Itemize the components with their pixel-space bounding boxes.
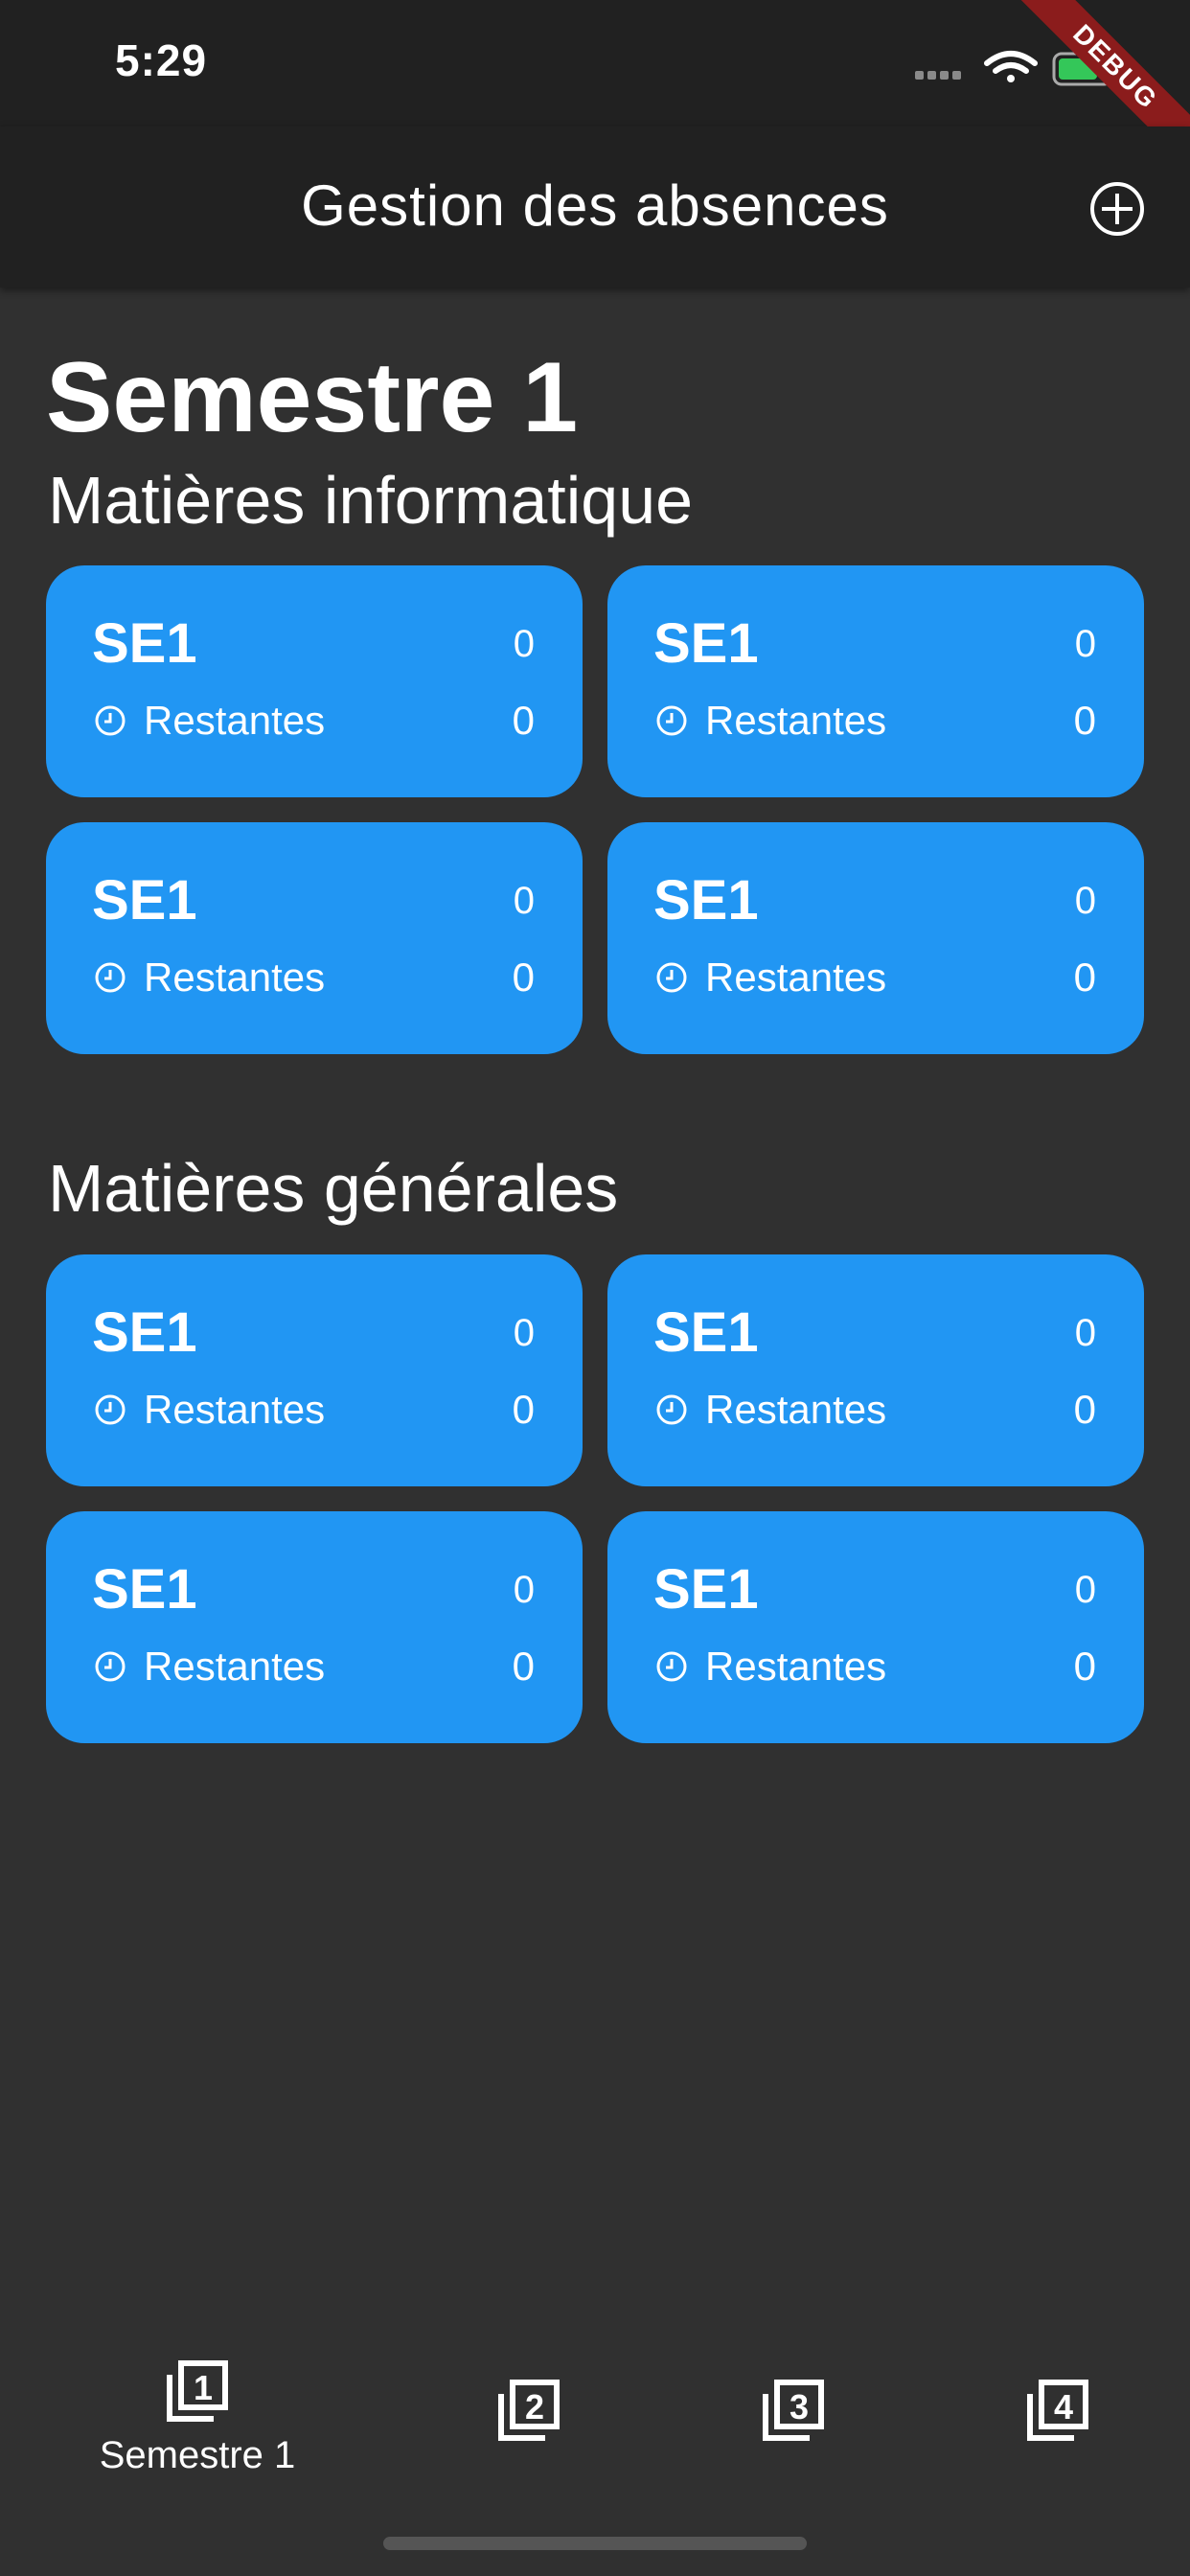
subject-card[interactable]: SE1 0 Restantes 0	[46, 565, 583, 797]
subject-name: SE1	[92, 1558, 197, 1621]
svg-text:1: 1	[194, 2368, 213, 2407]
remaining-label: Restantes	[144, 1644, 326, 1689]
subject-card[interactable]: SE1 0 Restantes 0	[607, 1511, 1144, 1743]
nav-item-semestre-1[interactable]: 1 Semestre 1	[73, 2358, 322, 2501]
filter-3-icon: 3	[763, 2380, 824, 2441]
status-time: 5:29	[115, 35, 208, 85]
app-title: Gestion des absences	[301, 173, 889, 238]
clock-icon	[656, 1651, 687, 1682]
remaining-value: 0	[512, 698, 535, 743]
absence-count: 0	[1074, 1569, 1096, 1611]
svg-text:3: 3	[790, 2387, 809, 2426]
signal-icon	[915, 71, 961, 80]
subject-grid-generales: SE1 0 Restantes 0 SE1 0 Restantes 0 SE1 …	[46, 1254, 1144, 1745]
subject-card[interactable]: SE1 0 Restantes 0	[46, 1511, 583, 1743]
remaining-label: Restantes	[144, 698, 326, 743]
absence-count: 0	[513, 1312, 535, 1354]
svg-text:2: 2	[525, 2387, 544, 2426]
remaining-label: Restantes	[705, 698, 887, 743]
app-bar: Gestion des absences	[0, 126, 1190, 288]
add-button[interactable]	[1088, 180, 1146, 238]
remaining-value: 0	[1073, 1644, 1096, 1689]
subject-name: SE1	[653, 869, 759, 932]
clock-icon	[656, 1394, 687, 1425]
plus-circle-icon	[1090, 182, 1144, 236]
clock-icon	[95, 1394, 126, 1425]
clock-icon	[95, 1651, 126, 1682]
section-title-generales: Matières générales	[48, 1151, 619, 1226]
clock-icon	[656, 705, 687, 736]
remaining-value: 0	[512, 1644, 535, 1689]
absence-count: 0	[1074, 880, 1096, 922]
subject-name: SE1	[653, 1558, 759, 1621]
clock-icon	[656, 962, 687, 993]
remaining-label: Restantes	[705, 954, 887, 1000]
subject-name: SE1	[92, 1301, 197, 1364]
remaining-value: 0	[512, 1387, 535, 1432]
subject-card[interactable]: SE1 0 Restantes 0	[607, 1254, 1144, 1486]
subject-card[interactable]: SE1 0 Restantes 0	[607, 822, 1144, 1054]
remaining-label: Restantes	[144, 954, 326, 1000]
subject-name: SE1	[92, 869, 197, 932]
subject-grid-informatique: SE1 0 Restantes 0 SE1 0 Restantes 0 SE1 …	[46, 565, 1144, 1056]
subject-card[interactable]: SE1 0 Restantes 0	[607, 565, 1144, 797]
remaining-value: 0	[512, 954, 535, 1000]
status-bar: 5:29	[0, 0, 1190, 126]
nav-item-semestre-3[interactable]: 3	[669, 2377, 918, 2520]
remaining-value: 0	[1073, 1387, 1096, 1432]
clock-icon	[95, 705, 126, 736]
filter-1-icon: 1	[167, 2360, 228, 2422]
absence-count: 0	[513, 623, 535, 665]
nav-label: Semestre 1	[99, 2434, 296, 2476]
absence-count: 0	[513, 880, 535, 922]
home-indicator	[383, 2537, 807, 2550]
subject-name: SE1	[653, 1301, 759, 1364]
nav-item-semestre-2[interactable]: 2	[404, 2377, 653, 2520]
battery-icon	[1052, 52, 1118, 86]
absence-count: 0	[513, 1569, 535, 1611]
remaining-label: Restantes	[705, 1387, 887, 1432]
absence-count: 0	[1074, 1312, 1096, 1354]
nav-item-semestre-4[interactable]: 4	[933, 2377, 1182, 2520]
remaining-label: Restantes	[144, 1387, 326, 1432]
absence-count: 0	[1074, 623, 1096, 665]
semester-title: Semestre 1	[46, 342, 579, 453]
remaining-label: Restantes	[705, 1644, 887, 1689]
subject-name: SE1	[92, 612, 197, 675]
remaining-value: 0	[1073, 698, 1096, 743]
status-icons	[915, 51, 1118, 86]
section-title-informatique: Matières informatique	[48, 463, 694, 538]
wifi-icon	[984, 51, 1038, 82]
svg-text:4: 4	[1054, 2387, 1073, 2426]
subject-card[interactable]: SE1 0 Restantes 0	[46, 1254, 583, 1486]
subject-card[interactable]: SE1 0 Restantes 0	[46, 822, 583, 1054]
subject-name: SE1	[653, 612, 759, 675]
filter-4-icon: 4	[1027, 2380, 1088, 2441]
clock-icon	[95, 962, 126, 993]
remaining-value: 0	[1073, 954, 1096, 1000]
filter-2-icon: 2	[498, 2380, 560, 2441]
